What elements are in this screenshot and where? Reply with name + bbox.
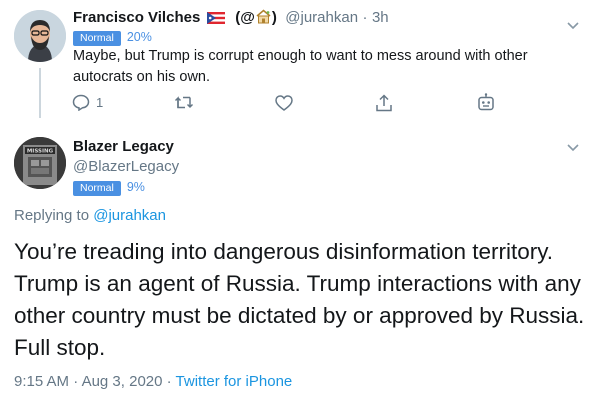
chevron-down-icon[interactable]: [566, 18, 580, 36]
paren-open: (@: [235, 9, 255, 26]
separator: ·: [73, 373, 79, 390]
missing-poster-avatar: MISSING: [14, 137, 66, 189]
badge-percentage: 20%: [126, 30, 152, 44]
main-tweet-text: You’re treading into dangerous disinform…: [14, 236, 589, 364]
tweet-time[interactable]: 9:15 AM: [14, 373, 69, 390]
separator: ·: [166, 373, 172, 390]
main-tweet-author: Blazer Legacy @BlazerLegacy Normal 9%: [73, 138, 179, 196]
handle[interactable]: @jurahkan: [285, 9, 358, 26]
house-icon: [255, 9, 272, 29]
tweet-line: Full stop.: [14, 335, 106, 360]
reply-button[interactable]: 1: [72, 94, 103, 111]
separator: ·: [362, 9, 368, 26]
replying-to: Replying to @jurahkan: [14, 207, 166, 224]
account-type-badge: Normal: [73, 31, 121, 46]
share-button[interactable]: [375, 94, 393, 112]
like-icon: [275, 95, 293, 111]
tweet-source-link[interactable]: Twitter for iPhone: [176, 373, 293, 390]
share-icon: [376, 94, 392, 112]
display-name[interactable]: Blazer Legacy: [73, 138, 179, 155]
retweet-button[interactable]: [174, 95, 194, 110]
timestamp[interactable]: 3h: [372, 9, 389, 26]
main-badge-row: Normal 9%: [73, 178, 179, 196]
reply-tweet-header: Francisco Vilches (@) @jurahkan · 3h: [73, 9, 389, 29]
replying-prefix: Replying to: [14, 207, 90, 224]
tweet-metadata: 9:15 AM · Aug 3, 2020 · Twitter for iPho…: [14, 373, 292, 390]
avatar-blazer[interactable]: MISSING: [14, 137, 66, 189]
chevron-down-icon[interactable]: [566, 140, 580, 158]
puerto-rico-flag-icon: [206, 11, 225, 29]
thread-line: [39, 68, 41, 118]
reply-badge-row: Normal 20%: [73, 28, 152, 46]
reply-tweet-text: Maybe, but Trump is corrupt enough to wa…: [73, 48, 528, 85]
badge-percentage: 9%: [126, 180, 145, 194]
tweet-line: You’re treading into dangerous disinform…: [14, 239, 554, 264]
avatar-francisco[interactable]: [14, 10, 66, 62]
reply-count: 1: [96, 95, 104, 110]
tweet-date[interactable]: Aug 3, 2020: [82, 373, 163, 390]
replying-handle-link[interactable]: @jurahkan: [93, 207, 166, 224]
avatar-illustration: [14, 10, 66, 62]
avatar-missing-text: MISSING: [27, 149, 54, 155]
reply-icon: [72, 94, 90, 111]
retweet-icon: [174, 96, 194, 109]
account-type-badge: Normal: [73, 181, 121, 196]
like-button[interactable]: [275, 95, 293, 111]
bot-button[interactable]: [477, 93, 495, 112]
handle[interactable]: @BlazerLegacy: [73, 158, 179, 175]
tweet-line: other country must be dictated by or app…: [14, 303, 585, 328]
paren-close: ): [271, 9, 277, 26]
tweet-line: Trump is an agent of Russia. Trump inter…: [14, 271, 581, 296]
display-name[interactable]: Francisco Vilches: [73, 9, 200, 26]
bot-icon: [478, 93, 494, 111]
